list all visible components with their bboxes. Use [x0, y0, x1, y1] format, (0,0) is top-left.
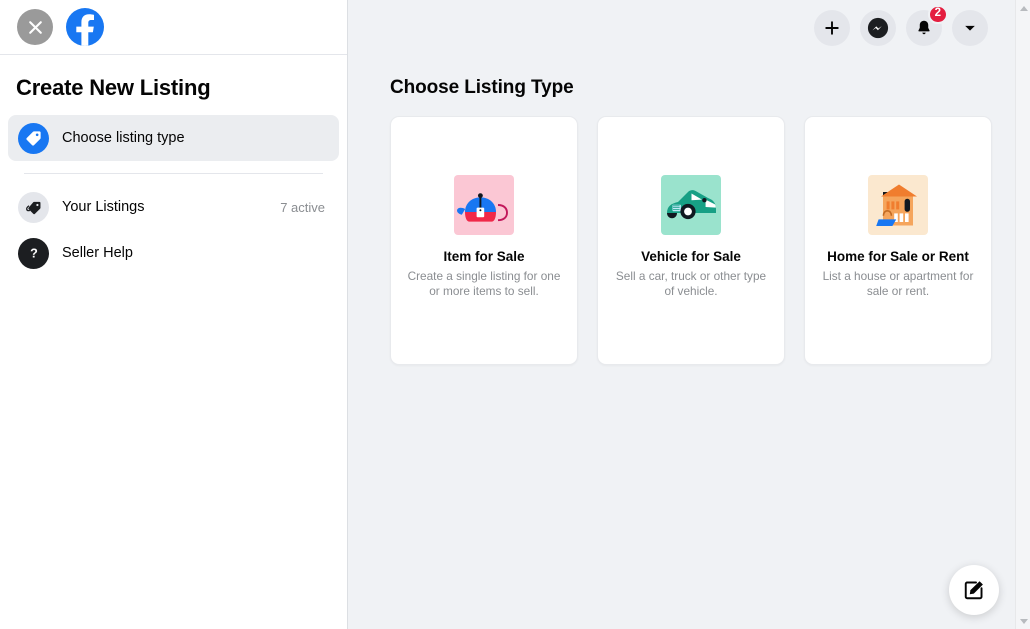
vertical-scrollbar[interactable]: [1015, 0, 1030, 629]
question-mark-icon: ?: [18, 238, 49, 269]
card-description: List a house or apartment for sale or re…: [818, 269, 978, 299]
content-area: Choose Listing Type Item: [348, 55, 1030, 365]
notifications-button[interactable]: 2: [906, 10, 942, 46]
house-illustration: [868, 175, 928, 235]
compose-button[interactable]: [949, 565, 999, 615]
sidebar-topbar: [0, 0, 347, 55]
sidebar-item-seller-help[interactable]: ? Seller Help: [8, 230, 339, 276]
messenger-button[interactable]: [860, 10, 896, 46]
create-button[interactable]: [814, 10, 850, 46]
scroll-up-arrow-icon[interactable]: [1016, 0, 1030, 16]
card-title: Home for Sale or Rent: [827, 249, 969, 264]
section-heading: Choose Listing Type: [390, 77, 1030, 99]
marketplace-create-listing-screen: Create New Listing Choose listing type: [0, 0, 1030, 629]
card-description: Sell a car, truck or other type of vehic…: [611, 269, 771, 299]
listing-type-card-vehicle-for-sale[interactable]: Vehicle for Sale Sell a car, truck or ot…: [597, 116, 785, 365]
card-title: Vehicle for Sale: [641, 249, 741, 264]
scroll-down-arrow-icon[interactable]: [1016, 613, 1030, 629]
price-tag-icon: [18, 123, 49, 154]
svg-text:?: ?: [30, 247, 38, 261]
account-menu-button[interactable]: [952, 10, 988, 46]
sidebar-item-label: Your Listings: [62, 199, 267, 215]
car-illustration: [661, 175, 721, 235]
page-title: Create New Listing: [0, 55, 347, 115]
sidebar-item-meta: 7 active: [280, 200, 329, 215]
chevron-down-icon: [963, 21, 977, 35]
listing-type-card-home-for-sale-or-rent[interactable]: Home for Sale or Rent List a house or ap…: [804, 116, 992, 365]
listing-type-card-item-for-sale[interactable]: Item for Sale Create a single listing fo…: [390, 116, 578, 365]
sidebar-item-choose-listing-type[interactable]: Choose listing type: [8, 115, 339, 161]
sidebar-item-your-listings[interactable]: Your Listings 7 active: [8, 184, 339, 230]
sidebar-nav: Choose listing type Your Listings 7 acti…: [0, 115, 347, 276]
topbar: 2: [348, 0, 1030, 55]
card-description: Create a single listing for one or more …: [404, 269, 564, 299]
teapot-price-tag-illustration: [454, 175, 514, 235]
main-content: 2 Choose Listing Type: [348, 0, 1030, 629]
messenger-icon: [867, 17, 889, 39]
sidebar-item-label: Seller Help: [62, 245, 329, 261]
plus-icon: [823, 19, 841, 37]
sidebar-divider: [24, 173, 323, 174]
sidebar: Create New Listing Choose listing type: [0, 0, 348, 629]
close-icon[interactable]: [17, 9, 53, 45]
compose-icon: [963, 579, 985, 601]
notification-badge: 2: [928, 5, 948, 24]
tag-icon: [18, 192, 49, 223]
listing-type-cards: Item for Sale Create a single listing fo…: [390, 116, 1030, 365]
card-title: Item for Sale: [443, 249, 524, 264]
sidebar-item-label: Choose listing type: [62, 130, 329, 146]
facebook-logo[interactable]: [66, 8, 104, 46]
